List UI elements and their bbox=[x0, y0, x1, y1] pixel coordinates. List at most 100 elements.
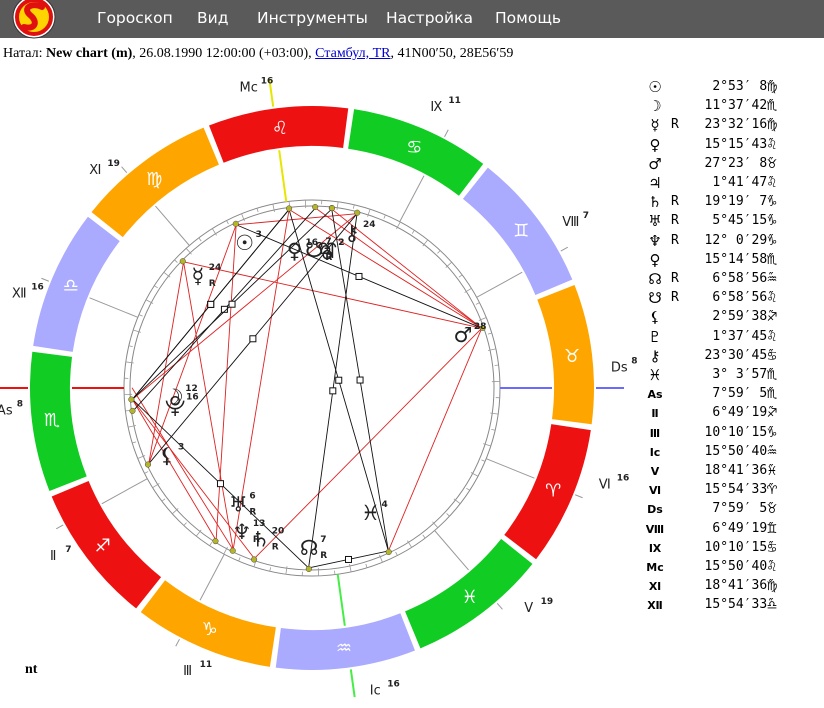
chart-datetime: , 26.08.1990 12:00:00 (+03:00), bbox=[132, 46, 316, 61]
degree-tick bbox=[491, 428, 496, 431]
planet-position-dot bbox=[385, 548, 392, 555]
degree-tick bbox=[395, 551, 398, 556]
table-row: Ic 15°50′40″ ♒ bbox=[645, 444, 824, 464]
planet-position-dot bbox=[286, 205, 293, 212]
degree-tick bbox=[132, 441, 137, 444]
row-value: 7°59′ 5″ bbox=[712, 501, 775, 517]
aspect-square-marker bbox=[207, 300, 215, 308]
row-symbol: ♄ bbox=[648, 193, 662, 212]
planet-position-dot bbox=[144, 461, 152, 468]
house-label-text: Ⅲ bbox=[183, 664, 192, 679]
app-logo-icon[interactable] bbox=[2, 0, 62, 42]
zodiac-sign-glyph: ♊ bbox=[513, 220, 529, 241]
row-sign: ♍ bbox=[766, 80, 778, 94]
menu-view[interactable]: Вид bbox=[197, 9, 228, 27]
house-cusp-outer bbox=[560, 246, 569, 252]
aspect-square-marker bbox=[228, 300, 236, 308]
row-value: 5°45′15″ bbox=[712, 213, 775, 229]
aspect-square-marker bbox=[344, 555, 352, 563]
row-symbol: ☿ bbox=[650, 116, 660, 135]
table-row: ♇ 1°37′45″ ♌ bbox=[645, 328, 824, 349]
row-value: 18°41′36″ bbox=[704, 463, 775, 478]
degree-tick bbox=[411, 230, 415, 234]
planet-position-dot bbox=[212, 538, 219, 545]
degree-tick bbox=[161, 498, 166, 502]
planet-retro-mark: R bbox=[249, 508, 256, 518]
row-value: 15°50′40″ bbox=[704, 443, 775, 459]
planet-degree: 4 bbox=[381, 500, 387, 510]
degree-tick bbox=[128, 345, 133, 348]
house-label: Ic 16 bbox=[370, 679, 400, 698]
row-symbol: Ⅵ bbox=[648, 484, 662, 498]
house-cusp-line bbox=[155, 205, 190, 246]
row-symbol: ♃ bbox=[648, 174, 662, 192]
table-row: Ⅲ 10°10′15″ ♑ bbox=[645, 425, 824, 445]
row-symbol: ♀ bbox=[649, 250, 661, 269]
house-label-text: Ⅻ bbox=[12, 286, 27, 301]
aspect-square-marker bbox=[355, 272, 363, 280]
planet-degree: 7 bbox=[320, 535, 326, 545]
row-sign: ♑ bbox=[766, 195, 778, 210]
menu-horoscope[interactable]: Гороскоп bbox=[97, 9, 173, 27]
table-row: ♀ 15°15′43″ ♌ bbox=[645, 136, 824, 157]
degree-tick bbox=[475, 302, 480, 305]
house-cusp-outer bbox=[349, 669, 356, 698]
degree-tick bbox=[154, 285, 158, 289]
row-value: 2°59′38″ bbox=[712, 309, 775, 325]
table-row: ☋ R 6°58′56″ ♌ bbox=[645, 289, 824, 310]
menu-help[interactable]: Помощь bbox=[495, 9, 561, 27]
degree-tick bbox=[144, 471, 149, 474]
house-label-text: Ic bbox=[370, 683, 381, 698]
planet-position-dot bbox=[129, 407, 136, 414]
planet-degree: 24 bbox=[209, 263, 222, 273]
table-row: Ⅺ 18°41′36″ ♍ bbox=[645, 578, 824, 598]
house-label-text: As bbox=[0, 403, 13, 418]
row-retro: R bbox=[671, 232, 679, 248]
table-row: Ds 7°59′ 5″ ♉ bbox=[645, 501, 824, 521]
place-link[interactable]: Стамбул, TR bbox=[315, 46, 390, 61]
row-symbol: ☉ bbox=[648, 78, 662, 96]
row-sign: ♒ bbox=[766, 272, 778, 286]
house-cusp-outer bbox=[41, 277, 50, 282]
menu-settings[interactable]: Настройка bbox=[386, 9, 473, 27]
row-sign: ♑ bbox=[766, 425, 778, 440]
house-cusp-line bbox=[101, 478, 148, 505]
planet-degree: 13 bbox=[253, 519, 266, 529]
planet-position-dot bbox=[328, 205, 336, 212]
planet-position-dot bbox=[229, 547, 236, 554]
row-sign: ♌ bbox=[766, 176, 778, 190]
table-row: ♓ 3° 3′57″ ♏ bbox=[645, 366, 824, 387]
row-sign: ♌ bbox=[766, 291, 778, 306]
house-label: Ⅵ 16 bbox=[599, 474, 630, 493]
planet-degree: 20 bbox=[272, 527, 285, 537]
menu-tools[interactable]: Инструменты bbox=[257, 9, 368, 27]
row-value: 1°41′47″ bbox=[712, 175, 775, 190]
zodiac-sign-glyph: ♈ bbox=[545, 480, 561, 501]
chart-coords: , 41N00′50, 28E56′59 bbox=[390, 46, 514, 61]
aspect-square-marker bbox=[329, 387, 337, 395]
row-value: 18°41′36″ bbox=[704, 578, 775, 594]
house-cusp-outer bbox=[496, 602, 503, 610]
degree-tick bbox=[487, 332, 492, 335]
menu-bar: Гороскоп Вид Инструменты Настройка Помощ… bbox=[0, 0, 824, 39]
planet-glyph: ♅ bbox=[229, 493, 248, 517]
row-sign: ♏ bbox=[766, 99, 778, 114]
aspect-square-marker bbox=[249, 335, 257, 343]
row-value: 6°58′56″ bbox=[712, 290, 775, 306]
natal-chart-wheel[interactable]: ♈♉♊♋♌♍♎♏♐♑♒♓As 8Ⅱ 7Ⅲ 11Ic 16Ⅴ 19Ⅵ 16Ds 8Ⅷ 7Ⅸ 11Mc… bbox=[0, 70, 640, 708]
house-degree: 16 bbox=[261, 77, 274, 87]
row-sign: ♑ bbox=[766, 233, 778, 248]
row-value: 23°32′16″ bbox=[704, 117, 775, 133]
degree-tick bbox=[285, 566, 288, 575]
row-retro: R bbox=[671, 271, 679, 286]
table-row: ☊ R 6°58′56″ ♒ bbox=[645, 270, 824, 291]
row-symbol: Ⅻ bbox=[647, 599, 663, 613]
row-symbol: As bbox=[647, 388, 663, 402]
row-value: 1°37′45″ bbox=[712, 328, 775, 344]
house-label: Ⅸ 11 bbox=[430, 96, 461, 115]
degree-tick bbox=[365, 563, 368, 568]
table-row: ♀ 15°14′58″ ♏ bbox=[645, 250, 824, 272]
house-cusp-line bbox=[89, 297, 138, 318]
row-value: 15°50′40″ bbox=[704, 559, 775, 574]
row-value: 6°58′56″ bbox=[712, 271, 775, 286]
